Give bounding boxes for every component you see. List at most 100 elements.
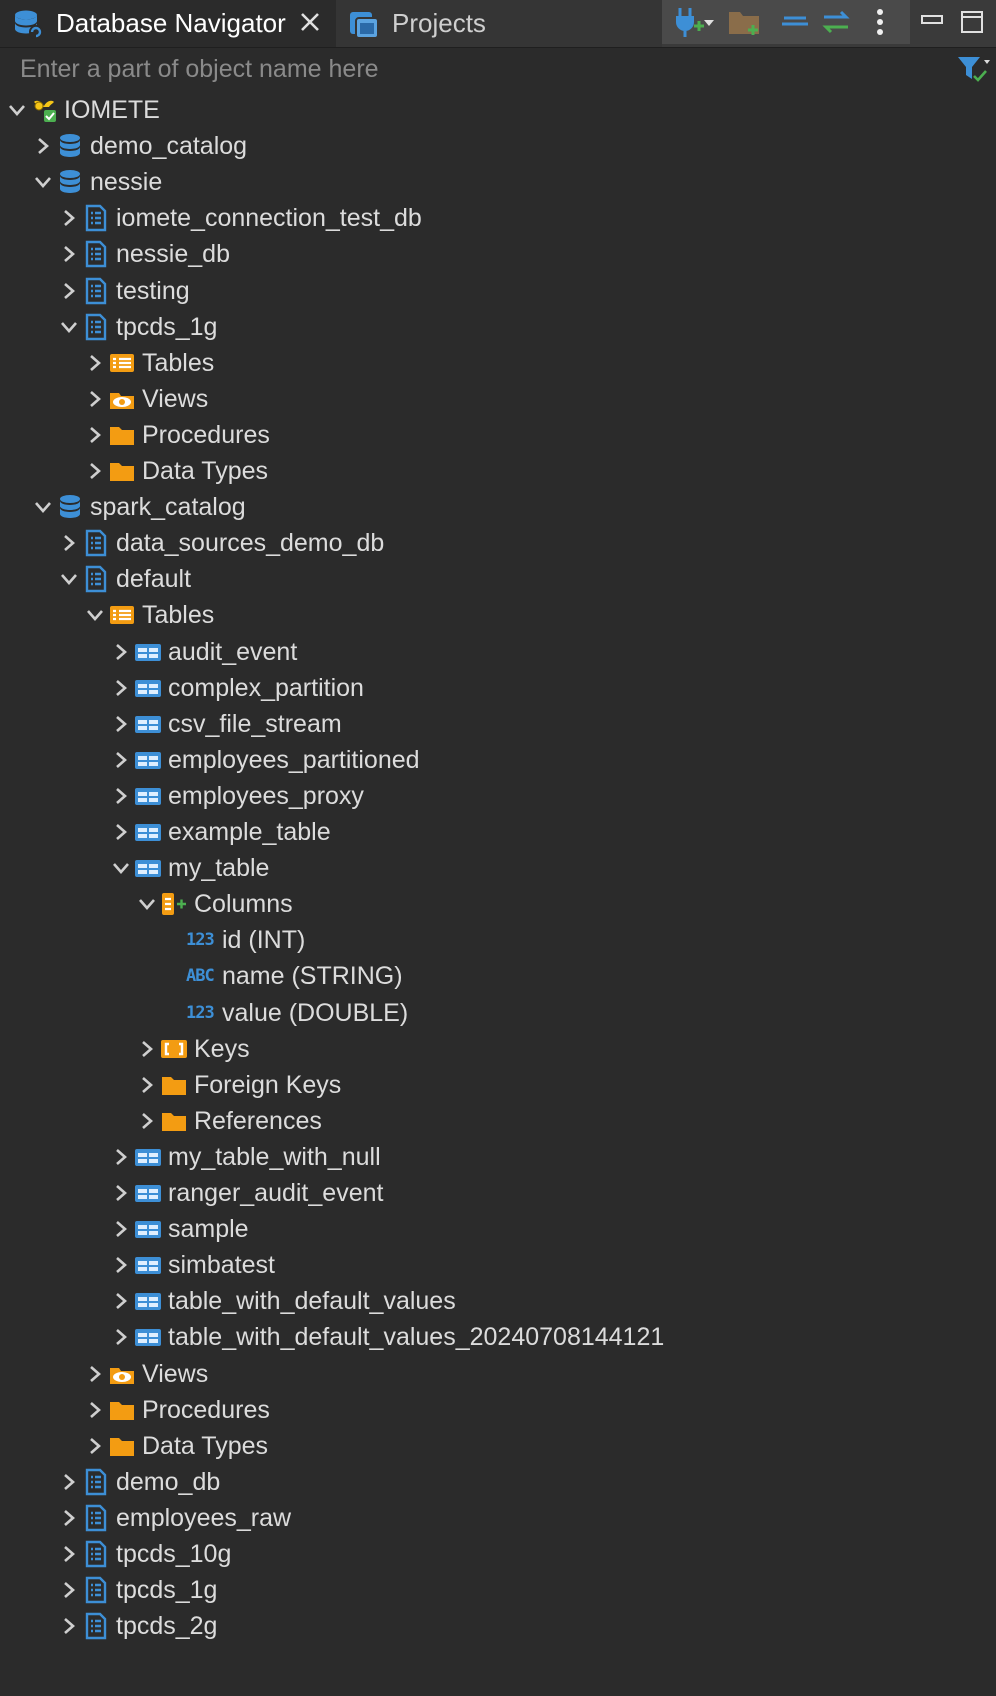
chevron-right-icon[interactable] — [82, 1356, 108, 1392]
chevron-right-icon[interactable] — [82, 453, 108, 489]
schema-icon — [82, 313, 110, 341]
chevron-right-icon[interactable] — [108, 706, 134, 742]
tree-node-audit-event[interactable]: audit_event — [108, 634, 297, 670]
tree-node-csv-file-stream[interactable]: csv_file_stream — [108, 706, 342, 742]
views-folder-icon — [108, 1360, 136, 1388]
tree-node-data-types[interactable]: Data Types — [82, 453, 268, 489]
tree-node-iomete-connection-test-db[interactable]: iomete_connection_test_db — [56, 200, 422, 236]
chevron-right-icon[interactable] — [56, 1536, 82, 1572]
chevron-down-icon[interactable] — [56, 309, 82, 345]
chevron-right-icon[interactable] — [56, 1572, 82, 1608]
chevron-right-icon[interactable] — [82, 381, 108, 417]
tree-node-value-double[interactable]: 123 value (DOUBLE) — [160, 995, 408, 1031]
tree-node-employees-partitioned[interactable]: employees_partitioned — [108, 742, 420, 778]
chevron-right-icon[interactable] — [56, 1500, 82, 1536]
chevron-down-icon[interactable] — [56, 561, 82, 597]
chevron-down-icon[interactable] — [82, 597, 108, 633]
tree-node-ranger-audit-event[interactable]: ranger_audit_event — [108, 1175, 383, 1211]
chevron-down-icon[interactable] — [30, 489, 56, 525]
tree-node-my-table[interactable]: my_table — [108, 850, 269, 886]
tree-node-complex-partition[interactable]: complex_partition — [108, 670, 364, 706]
tree-node-data-sources-demo-db[interactable]: data_sources_demo_db — [56, 525, 384, 561]
tree-node-demo-catalog[interactable]: demo_catalog — [30, 128, 247, 164]
tree-node-keys[interactable]: Keys — [134, 1031, 250, 1067]
tree-node-tables[interactable]: Tables — [82, 345, 214, 381]
tab-projects[interactable]: Projects — [336, 0, 662, 47]
chevron-down-icon[interactable] — [108, 850, 134, 886]
collapse-all-icon[interactable] — [778, 4, 814, 40]
tree-node-nessie-db[interactable]: nessie_db — [56, 236, 230, 272]
chevron-right-icon[interactable] — [108, 778, 134, 814]
tree-node-columns[interactable]: Columns — [134, 886, 293, 922]
table-icon — [134, 1287, 162, 1315]
chevron-right-icon[interactable] — [30, 128, 56, 164]
chevron-right-icon[interactable] — [108, 1175, 134, 1211]
chevron-right-icon[interactable] — [108, 1139, 134, 1175]
link-with-editor-icon[interactable] — [818, 4, 854, 40]
chevron-right-icon[interactable] — [56, 525, 82, 561]
tree-node-employees-raw[interactable]: employees_raw — [56, 1500, 291, 1536]
chevron-right-icon[interactable] — [82, 1428, 108, 1464]
chevron-down-icon[interactable] — [30, 164, 56, 200]
tree-node-tpcds-1g[interactable]: tpcds_1g — [56, 309, 217, 345]
tree-node-label: default — [116, 565, 192, 594]
chevron-right-icon[interactable] — [108, 670, 134, 706]
chevron-right-icon[interactable] — [82, 417, 108, 453]
tree-node-tpcds-1g[interactable]: tpcds_1g — [56, 1572, 217, 1608]
chevron-right-icon[interactable] — [108, 1211, 134, 1247]
tree-node-data-types[interactable]: Data Types — [82, 1428, 268, 1464]
tree-node-name-string[interactable]: ABC name (STRING) — [160, 958, 403, 994]
chevron-right-icon[interactable] — [108, 814, 134, 850]
tree-node-references[interactable]: References — [134, 1103, 322, 1139]
minimize-icon[interactable] — [918, 8, 946, 36]
tree-node-testing[interactable]: testing — [56, 273, 190, 309]
tree-node-simbatest[interactable]: simbatest — [108, 1247, 275, 1283]
chevron-right-icon[interactable] — [56, 1464, 82, 1500]
close-icon[interactable] — [296, 8, 324, 36]
tree-node-tpcds-2g[interactable]: tpcds_2g — [56, 1608, 217, 1644]
tree-node-employees-proxy[interactable]: employees_proxy — [108, 778, 364, 814]
chevron-right-icon[interactable] — [108, 742, 134, 778]
more-options-icon[interactable] — [862, 4, 898, 40]
tree-node-sample[interactable]: sample — [108, 1211, 249, 1247]
tree-node-spark-catalog[interactable]: spark_catalog — [30, 489, 246, 525]
maximize-icon[interactable] — [958, 8, 986, 36]
object-filter-input[interactable] — [10, 50, 950, 88]
tree-node-foreign-keys[interactable]: Foreign Keys — [134, 1067, 341, 1103]
chevron-right-icon[interactable] — [108, 1319, 134, 1355]
tree-node-views[interactable]: Views — [82, 1356, 208, 1392]
chevron-right-icon[interactable] — [56, 200, 82, 236]
tree-node-example-table[interactable]: example_table — [108, 814, 331, 850]
chevron-down-icon[interactable] — [134, 886, 160, 922]
tree-node-id-int[interactable]: 123 id (INT) — [160, 922, 305, 958]
tree-node-tpcds-10g[interactable]: tpcds_10g — [56, 1536, 231, 1572]
chevron-right-icon[interactable] — [82, 1392, 108, 1428]
chevron-right-icon[interactable] — [56, 1608, 82, 1644]
chevron-right-icon[interactable] — [108, 1247, 134, 1283]
chevron-right-icon[interactable] — [108, 634, 134, 670]
tree-node-default[interactable]: default — [56, 561, 191, 597]
tree-node-my-table-with-null[interactable]: my_table_with_null — [108, 1139, 381, 1175]
tab-database-navigator[interactable]: Database Navigator — [0, 0, 336, 47]
tree-node-tables[interactable]: Tables — [82, 597, 214, 633]
chevron-right-icon[interactable] — [82, 345, 108, 381]
chevron-right-icon[interactable] — [56, 236, 82, 272]
tree-node-views[interactable]: Views — [82, 381, 208, 417]
new-connection-icon[interactable] — [670, 4, 706, 40]
tree-node-nessie[interactable]: nessie — [30, 164, 162, 200]
chevron-right-icon[interactable] — [134, 1103, 160, 1139]
chevron-right-icon[interactable] — [56, 273, 82, 309]
chevron-right-icon[interactable] — [134, 1031, 160, 1067]
filter-icon[interactable] — [956, 54, 990, 84]
chevron-right-icon[interactable] — [108, 1283, 134, 1319]
tree-node-table-with-default-values[interactable]: table_with_default_values — [108, 1283, 456, 1319]
tree-node-table-with-default-values-20240708144121[interactable]: table_with_default_values_20240708144121 — [108, 1319, 664, 1355]
tree-node-procedures[interactable]: Procedures — [82, 1392, 270, 1428]
new-folder-icon[interactable] — [726, 4, 762, 40]
tree-node-procedures[interactable]: Procedures — [82, 417, 270, 453]
tree-node-iomete[interactable]: IOMETE — [4, 92, 160, 128]
dropdown-arrow-icon[interactable] — [702, 4, 716, 40]
chevron-down-icon[interactable] — [4, 92, 30, 128]
tree-node-demo-db[interactable]: demo_db — [56, 1464, 220, 1500]
chevron-right-icon[interactable] — [134, 1067, 160, 1103]
